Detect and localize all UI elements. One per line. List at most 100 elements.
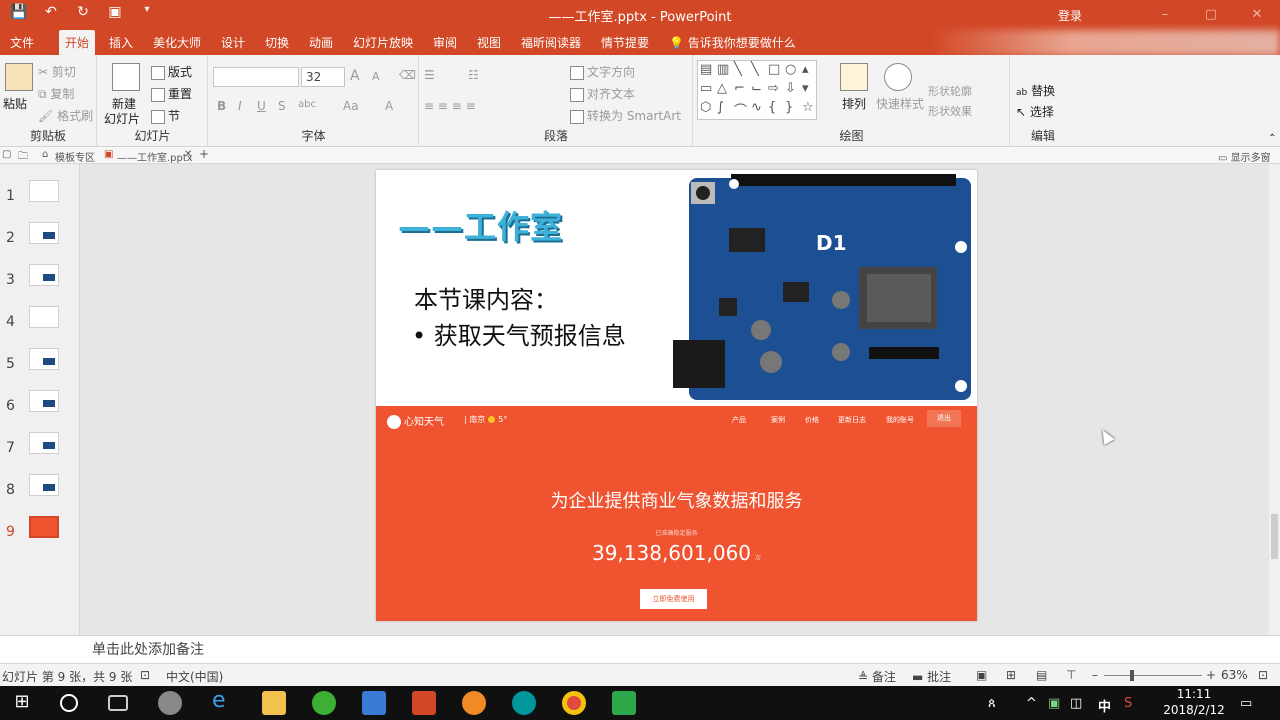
bold-button[interactable]: B (217, 99, 226, 113)
arrange-icon[interactable] (840, 63, 868, 91)
slide-thumb[interactable]: 1 (0, 176, 80, 216)
language-indicator[interactable]: 中文(中国) (166, 668, 223, 685)
zoom-out-button[interactable]: – (1092, 668, 1098, 682)
line2-icon[interactable]: ╲ (751, 62, 768, 81)
shape-outline-button[interactable]: 形状轮廓 (928, 83, 972, 99)
chevron-icon[interactable]: ⬡ (700, 100, 717, 119)
spellcheck-icon[interactable]: ⊡ (140, 668, 150, 682)
tab-design[interactable]: 设计 (221, 34, 245, 51)
reset-button[interactable]: 重置 (151, 85, 192, 102)
zoom-in-button[interactable]: + (1206, 668, 1216, 682)
minimize-button[interactable]: – (1142, 0, 1188, 30)
normal-view-icon[interactable]: ▣ (976, 668, 987, 682)
replace-button[interactable]: ab 替换 (1016, 82, 1055, 99)
tab-foxit[interactable]: 福昕阅读器 (521, 34, 581, 51)
arduino-icon[interactable] (512, 691, 536, 715)
tab-transitions[interactable]: 切换 (265, 34, 289, 51)
char-spacing-button[interactable]: abc (298, 99, 316, 110)
recorder-icon[interactable] (462, 691, 486, 715)
tab-view[interactable]: 视图 (477, 34, 501, 51)
triangle-icon[interactable]: △ (717, 81, 734, 100)
edge-icon[interactable]: e (212, 688, 236, 713)
rect-icon[interactable]: □ (768, 62, 785, 81)
zoom-level[interactable]: 63% (1221, 668, 1248, 682)
notes-pane[interactable]: 单击此处添加备注 (0, 635, 1280, 663)
collapse-ribbon-icon[interactable]: ⌃ (1268, 133, 1276, 144)
cortana-icon[interactable] (60, 694, 78, 712)
align-text-button[interactable]: 对齐文本 (570, 85, 635, 102)
current-doc-tab[interactable]: ——工作室.pptx (117, 149, 193, 164)
slide-thumb[interactable]: 6 (0, 386, 80, 426)
textbox-icon[interactable]: ▤ (700, 62, 717, 81)
login-link[interactable]: 登录 (1058, 7, 1082, 24)
close-button[interactable]: ✕ (1234, 0, 1280, 30)
scroll-thumb[interactable] (1271, 514, 1278, 559)
change-case-button[interactable]: Aa (343, 99, 359, 113)
wechat-icon[interactable] (312, 691, 336, 715)
rect2-icon[interactable]: ▭ (700, 81, 717, 100)
text-direction-button[interactable]: 文字方向 (570, 63, 635, 80)
fit-slide-icon[interactable]: ⊡ (1258, 668, 1268, 682)
oval-icon[interactable]: ○ (785, 62, 802, 81)
windows-start-icon[interactable]: ⊞ (10, 691, 34, 715)
quick-styles-icon[interactable] (884, 63, 912, 91)
cp-app-icon[interactable] (612, 691, 636, 715)
curve-icon[interactable]: ∫ (717, 100, 734, 119)
templates-tab[interactable]: 模板专区 (55, 149, 95, 164)
home-icon[interactable]: ⌂ (42, 149, 48, 160)
new-slide-icon[interactable] (112, 63, 140, 91)
select-button[interactable]: ↖ 选择 (1016, 103, 1054, 120)
store-icon[interactable] (362, 691, 386, 715)
arrow-down-icon[interactable]: ⇩ (785, 81, 802, 100)
tab-insert[interactable]: 插入 (109, 34, 133, 51)
slide-thumb[interactable]: 4 (0, 302, 80, 342)
font-name-input[interactable] (213, 67, 299, 87)
quick-styles-button[interactable]: 快速样式 (876, 95, 924, 112)
tab-beautify[interactable]: 美化大师 (153, 34, 201, 51)
arrow-right-icon[interactable]: ⇨ (768, 81, 785, 100)
smartart-button[interactable]: 转换为 SmartArt (570, 107, 681, 124)
grow-font-button[interactable]: A (350, 68, 360, 84)
align-left-icon[interactable]: ≡ ≡ ≡ ≡ (424, 99, 476, 113)
elbow-icon[interactable]: ⌐ (734, 81, 751, 100)
network-icon[interactable]: ◫ (1070, 696, 1082, 711)
current-slide[interactable]: ——工作室 本节课内容： • 获取天气预报信息 D1 心知天气 | 南京 5° 产… (376, 170, 977, 621)
notes-toggle[interactable]: ≜ 备注 (858, 668, 896, 685)
font-size-input[interactable]: 32 (301, 67, 345, 87)
tell-me-box[interactable]: 💡 告诉我你想要做什么 (669, 34, 796, 51)
app-icon[interactable] (158, 691, 182, 715)
copy-button[interactable]: ⧉ 复制 (38, 85, 74, 102)
notes-placeholder[interactable]: 单击此处添加备注 (92, 639, 204, 659)
powerpoint-icon[interactable] (412, 691, 436, 715)
layout-button[interactable]: 版式 (151, 63, 192, 80)
italic-button[interactable]: I (238, 99, 242, 113)
sogou-icon[interactable]: S (1124, 696, 1132, 711)
scroll-icon[interactable]: ▾ (802, 81, 819, 100)
vtextbox-icon[interactable]: ▥ (717, 62, 734, 81)
elbow2-icon[interactable]: ⌙ (751, 81, 768, 100)
slide-thumb[interactable]: 8 (0, 470, 80, 510)
line-icon[interactable]: ╲ (734, 62, 751, 81)
zoom-slider[interactable] (1104, 675, 1202, 676)
person-icon[interactable]: ጰ (988, 696, 996, 711)
tab-file[interactable]: 文件 (10, 34, 34, 51)
close-tab-icon[interactable]: ✕ (184, 149, 192, 160)
tab-slideshow[interactable]: 幻灯片放映 (353, 34, 413, 51)
numbering-icon[interactable]: ☷ (468, 68, 479, 82)
slide-heading[interactable]: 本节课内容： (414, 280, 558, 315)
slide-thumb-active[interactable]: 9 (0, 512, 80, 552)
slide-thumb[interactable]: 5 (0, 344, 80, 384)
bullets-icon[interactable]: ☰ (424, 68, 435, 82)
underline-button[interactable]: U (257, 99, 266, 113)
new-doc-icon[interactable]: ▢ (2, 149, 11, 160)
tab-review[interactable]: 审阅 (433, 34, 457, 51)
clear-format-icon[interactable]: ⌫ (399, 68, 416, 82)
new-slide-line2[interactable]: 幻灯片 (104, 110, 140, 127)
brace-left-icon[interactable]: { (768, 100, 785, 119)
brace-right-icon[interactable]: } (785, 100, 802, 119)
zoom-slider-thumb[interactable] (1130, 670, 1134, 681)
shrink-font-button[interactable]: A (372, 70, 380, 83)
arc-icon[interactable]: ⌒ (734, 100, 751, 119)
notification-icon[interactable]: ▭ (1240, 696, 1252, 711)
comments-toggle[interactable]: ▬ 批注 (912, 668, 951, 685)
